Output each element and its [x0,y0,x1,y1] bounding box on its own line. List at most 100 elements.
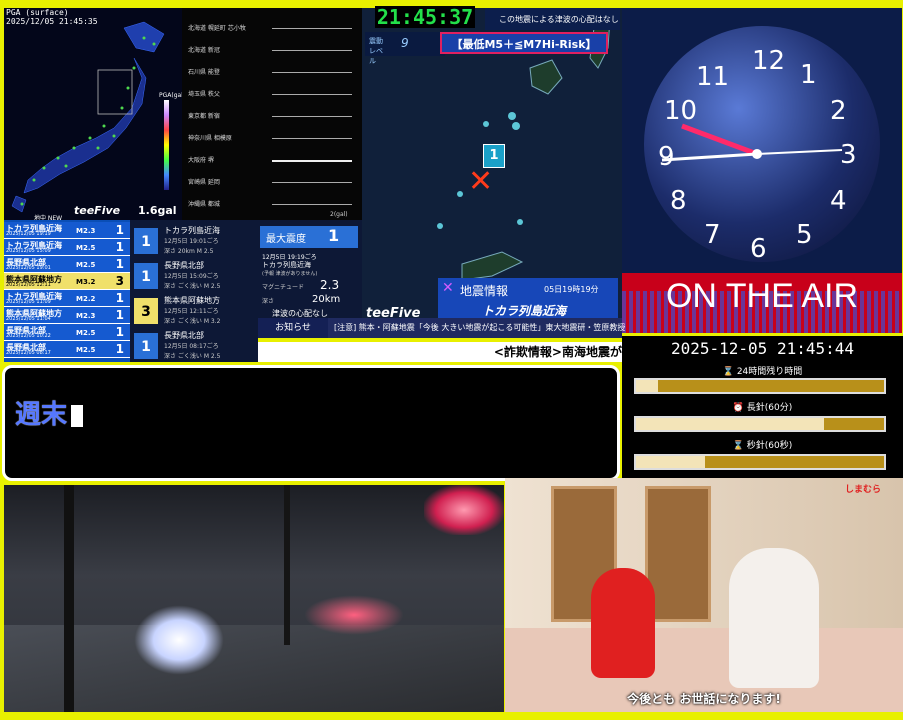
eq-shindo: 3 [115,274,124,288]
progress-bar-minute [634,416,886,432]
road [4,625,504,712]
waveform-row: 宮崎県 延岡 [182,174,362,192]
eq-date: 2025/12/05 11:09 [6,299,51,305]
detail-sub: 深さ 20km M 2.5 [164,248,214,255]
eq-shindo: 1 [115,325,124,339]
news-ticker: <詐欺情報>南海地震が [258,342,622,362]
tv-commercial-feed: しまむら 今後とも お世話になります! [505,478,903,712]
car-lights [304,595,404,635]
eq-mag: M2.3 [76,312,96,320]
detail-item: 1 長野県北部 12月5日 08:17ごろ 深さ ごく浅い M 2.5 [130,327,258,363]
close-icon: ✕ [442,280,454,296]
clock-icon: ⏰ [732,403,744,413]
magnitude-value: 2.3 [320,278,340,292]
eq-date: 2025/12/05 19:19 [6,231,51,237]
detail-sub: 深さ ごく浅い M 2.5 [164,283,221,290]
clock-hands [661,123,843,162]
street-camera-feed [4,485,504,712]
eq-shindo: 1 [115,291,124,305]
red-light-glow [424,485,504,535]
tsunami-notice: この地震による津波の心配はなし [485,8,620,30]
shindo-box: 1 [134,333,158,359]
input-text: 週末 [15,400,68,430]
info-time: 05日19時19分 [544,285,599,294]
progress-label-24h: ⌛ 24時間残り時間 [722,367,803,377]
hirisk-banner: 【最低M5＋≦M7Hi-Risk】 [440,32,608,54]
timestamp: 2025-12-05 21:45:44 [622,336,903,362]
detail-time: 12月5日 19:01ごろ [164,238,219,245]
max-intensity-value: 1 [328,226,340,245]
japan-map [11,21,165,213]
map-brand: teeFive [74,204,121,217]
analog-clock-panel: 12 1 2 3 4 5 6 7 8 9 10 11 [622,8,902,273]
detail-place: トカラ列島近海 [164,226,220,235]
onair-label: ON THE AIR [665,277,859,315]
waveform-panel: 北海道 幌延町 芯小牧 北海道 新冠 石川県 能登 埼玉県 秩父 東京都 新宿 … [182,8,362,220]
progress-panel: ⌛ 24時間残り時間 ⏰ 長針(60分) ⌛ 秒針(60秒) [622,362,903,480]
hourglass-icon: ⌛ [722,367,734,377]
input-text-line: 週末 [15,394,84,431]
eq-shindo: 1 [115,308,124,322]
progress-bar-second [634,454,886,470]
shindo-box: 1 [134,228,158,254]
eq-mag: M2.3 [76,227,96,235]
eq-date: 2025/12/05 10:22 [6,333,51,339]
list-item: 熊本県阿蘇地方 2025/12/05 11:04 M2.3 1 [4,307,130,324]
text-input-box[interactable]: 週末 [2,365,620,481]
eq-shindo: 1 [115,257,124,271]
pole [64,485,74,712]
list-item: 熊本県阿蘇地方 2025/12/05 12:11 M3.2 3 [4,273,130,290]
waveform-row: 東京都 新宿 [182,108,362,126]
eq-shindo: 1 [115,223,124,237]
info-title: 地震情報 [460,284,509,298]
eq-date: 2025/12/05 12:11 [6,282,51,288]
shindo-box: 3 [134,298,158,324]
max-intensity-panel: 最大震度 1 12月5日 19:19ごろ トカラ列島近海 (予報 津波がありませ… [258,220,362,332]
list-item: トカラ列島近海 2025/12/05 15:09 M2.5 1 [4,239,130,256]
on-air-sign: ON THE AIR [622,273,902,333]
waveform-row: 石川県 能登 [182,64,362,82]
notice-label: お知らせ [258,318,328,338]
eq-shindo: 1 [115,342,124,356]
level-indicator: 震動 レベル 9 [365,32,445,65]
list-item: 長野県北部 2025/12/05 19:01 M2.5 1 [4,256,130,273]
detail-sub: 深さ ごく浅い M 2.5 [164,353,221,360]
detail-time: 12月5日 15:09ごろ [164,273,219,280]
notice-text: [注意] 熊本・阿蘇地震「今後 大きい地震が起こる可能性」東大地震研・笠原教授 [334,323,626,332]
eq-date: 2025/12/05 15:09 [6,248,51,254]
eq-mag: M3.2 [76,278,96,286]
child-figure [591,568,655,678]
list-item: 長野県北部 2025/12/05 10:22 M2.5 1 [4,324,130,341]
subtitle: 今後とも お世話になります! [627,692,781,706]
earthquake-detail-list: 1 トカラ列島近海 12月5日 19:01ごろ 深さ 20km M 2.5 1 長野県北部… [130,220,258,362]
eq-date: 2025/12/05 11:04 [6,316,51,322]
pga-map-panel: PGA (surface) 2025/12/05 21:45:35 PGA(ga… [4,8,185,222]
progress-label-minute: ⏰ 長針(60分) [732,403,793,413]
epicenter-x-icon: ✕ [468,164,494,199]
eq-mag: M2.5 [76,329,96,337]
detail-place: 熊本県阿蘇地方 [164,296,220,305]
detail-item: 1 長野県北部 12月5日 15:09ごろ 深さ ごく浅い M 2.5 [130,257,258,293]
progress-label-second: ⌛ 秒針(60秒) [732,441,793,451]
pole [284,485,290,645]
notice-bar: お知らせ [注意] 熊本・阿蘇地震「今後 大きい地震が起こる可能性」東大地震研・… [258,318,626,338]
pga-reading: 1.6gal [138,204,177,217]
progress-bar-24h [634,378,886,394]
eq-mag: M2.5 [76,346,96,354]
waveform-row: 大阪府 堺 [182,152,362,170]
detail-time: 12月5日 08:17ごろ [164,343,219,350]
detail-sub: 深さ ごく浅い M 3.2 [164,318,221,325]
detail-item: 1 トカラ列島近海 12月5日 19:01ごろ 深さ 20km M 2.5 [130,222,258,258]
list-item: トカラ列島近海 2025/12/05 19:19 M2.3 1 [4,222,130,239]
eq-date: 2025/12/05 19:01 [6,265,51,271]
hourglass-icon: ⌛ [732,441,744,451]
detail-place: 長野県北部 [164,331,204,340]
waveform-row: 北海道 幌延町 芯小牧 [182,20,362,38]
eq-mag: M2.2 [76,295,96,303]
waveform-row: 神奈川県 相模原 [182,130,362,148]
depth-value: 20km [312,294,341,305]
caret [71,404,84,427]
waveform-scale: 2(gal) [330,211,348,218]
earthquake-list: トカラ列島近海 2025/12/05 19:19 M2.3 1 トカラ列島近海 2025/… [4,220,130,362]
detail-place: 長野県北部 [164,261,204,270]
